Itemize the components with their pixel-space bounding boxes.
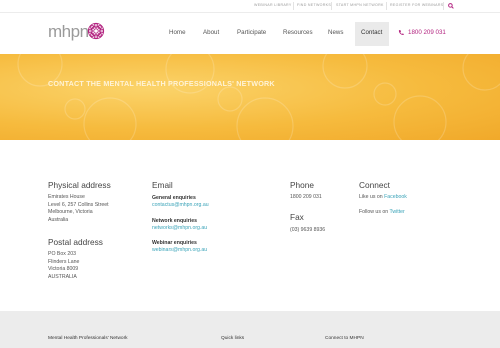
utility-separator (443, 2, 444, 10)
fax-heading: Fax (290, 212, 304, 222)
physical-address-heading: Physical address (48, 180, 111, 190)
address-line: Emirates House (48, 194, 85, 200)
phone-icon (398, 30, 404, 35)
address-line: Level 6, 257 Collins Street (48, 201, 109, 208)
footer-org-heading: Mental Health Professionals' Network (48, 336, 128, 341)
fax-number: (03) 9639 8936 (290, 227, 326, 233)
utility-link-find-networks[interactable]: FIND NETWORKS (297, 3, 331, 7)
nav-about[interactable]: About (203, 29, 219, 36)
general-enquiries-label: General enquiries (152, 195, 196, 201)
utility-separator (386, 2, 387, 10)
site-footer: Mental Health Professionals' Network Qui… (0, 311, 500, 348)
page-banner: CONTACT THE MENTAL HEALTH PROFESSIONALS'… (0, 54, 500, 140)
utility-separator (331, 2, 332, 10)
footer-quick-links-heading: Quick links (221, 336, 245, 341)
utility-link-webinar-library[interactable]: WEBINAR LIBRARY (254, 3, 292, 7)
address-line: Victoria 8009 (48, 266, 79, 273)
address-line: AUSTRALIA (48, 273, 77, 280)
postal-address-text: PO Box 203 Flinders Lane Victoria 8009 A… (48, 251, 79, 281)
webinar-enquiries-email-link[interactable]: webinars@mhpn.org.au (152, 247, 207, 255)
page-title: CONTACT THE MENTAL HEALTH PROFESSIONALS'… (48, 79, 275, 88)
mhpn-logo[interactable]: mhpn (48, 21, 108, 43)
nav-home[interactable]: Home (169, 29, 186, 36)
banner-pattern (17, 54, 500, 140)
utility-separator (293, 2, 294, 10)
facebook-link[interactable]: Facebook (384, 194, 407, 200)
utility-bar: WEBINAR LIBRARY FIND NETWORKS START MHPN… (0, 0, 500, 13)
utility-link-register-webinars[interactable]: REGISTER FOR WEBINARS (390, 3, 443, 7)
twitter-prefix: Follow us on (359, 209, 390, 215)
phone-number: 1800 209 031 (290, 194, 322, 200)
network-enquiries-email-link[interactable]: networks@mhpn.org.au (152, 225, 207, 233)
address-line: Flinders Lane (48, 258, 80, 265)
twitter-link[interactable]: Twitter (389, 209, 404, 215)
physical-address-text: Emirates House Level 6, 257 Collins Stre… (48, 194, 109, 224)
logo-text: mhpn (48, 22, 89, 41)
logo-flower-icon (87, 22, 105, 40)
postal-address-heading: Postal address (48, 237, 103, 247)
nav-news[interactable]: News (328, 29, 343, 36)
facebook-prefix: Like us on (359, 194, 385, 200)
email-heading: Email (152, 180, 173, 190)
general-enquiries-email-link[interactable]: contactus@mhpn.org.au (152, 202, 209, 210)
address-line: Melbourne, Victoria (48, 209, 93, 216)
footer-connect-heading: Connect to MHPN (325, 336, 364, 341)
connect-heading: Connect (359, 180, 390, 190)
header-phone-link[interactable]: 1800 209 031 (408, 29, 446, 36)
address-line: PO Box 203 (48, 251, 76, 257)
utility-link-start-network[interactable]: START MHPN NETWORK (336, 3, 384, 7)
webinar-enquiries-label: Webinar enquiries (152, 240, 197, 246)
site-header: mhpn Home About Participate Resources Ne… (0, 14, 500, 54)
nav-contact[interactable]: Contact (361, 29, 382, 36)
nav-participate[interactable]: Participate (237, 29, 266, 36)
network-enquiries-label: Network enquiries (152, 218, 197, 224)
search-icon[interactable] (448, 3, 454, 9)
twitter-line: Follow us on Twitter (359, 209, 405, 217)
address-line: Australia (48, 216, 69, 223)
nav-resources[interactable]: Resources (283, 29, 313, 36)
facebook-line: Like us on Facebook (359, 194, 407, 202)
phone-heading: Phone (290, 180, 314, 190)
